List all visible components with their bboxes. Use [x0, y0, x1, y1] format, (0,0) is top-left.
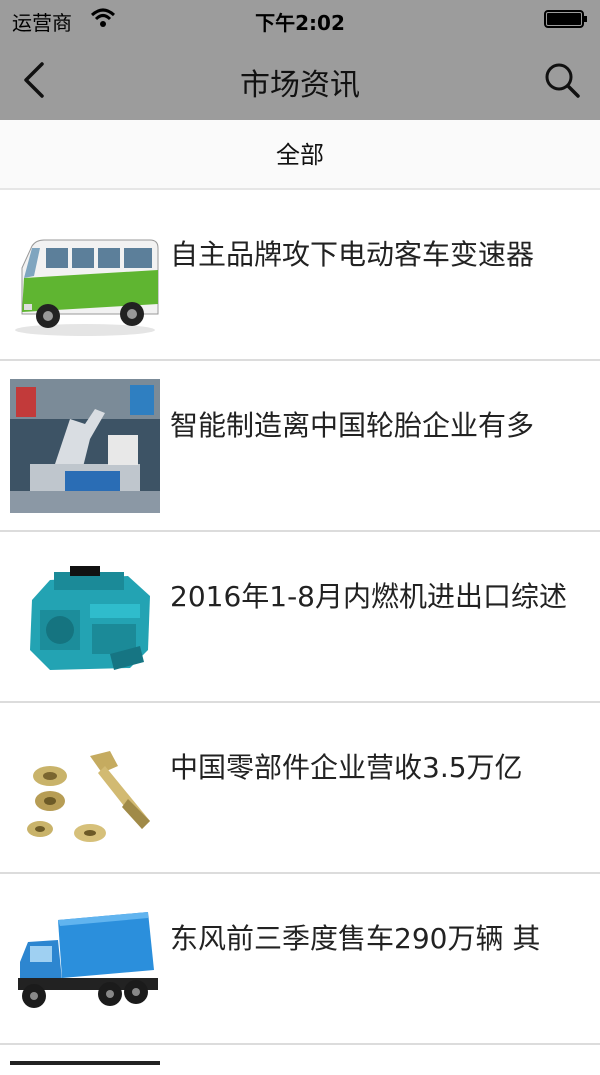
thumbnail-edge: [10, 1061, 160, 1065]
page-title: 市场资讯: [240, 68, 360, 103]
news-title: 东风前三季度售车290万辆 其: [170, 922, 541, 955]
news-item[interactable]: 中国零部件企业营收3.5万亿: [0, 703, 600, 874]
bolts-thumbnail: [10, 721, 160, 855]
news-item[interactable]: 东风前三季度售车290万辆 其: [0, 874, 600, 1045]
news-title: 2016年1-8月内燃机进出口综述: [170, 580, 567, 613]
factory-robot-thumbnail: [10, 379, 160, 513]
news-item[interactable]: 自主品牌攻下电动客车变速器: [0, 190, 600, 361]
news-list: 自主品牌攻下电动客车变速器 智能制造离中国轮胎企业有多 2016年1-8月内燃机…: [0, 190, 600, 1075]
news-title: 自主品牌攻下电动客车变速器: [170, 238, 535, 271]
bus-thumbnail: [10, 208, 160, 342]
battery-icon: [544, 10, 587, 28]
nav-bar: 市场资讯: [0, 40, 600, 120]
news-title: 智能制造离中国轮胎企业有多: [170, 409, 535, 442]
category-filter-all[interactable]: 全部: [0, 120, 600, 190]
search-icon[interactable]: [542, 60, 582, 100]
engine-thumbnail: [10, 550, 160, 684]
news-item[interactable]: 2016年1-8月内燃机进出口综述: [0, 532, 600, 703]
news-title: 中国零部件企业营收3.5万亿: [170, 751, 523, 784]
news-item[interactable]: 智能制造离中国轮胎企业有多: [0, 361, 600, 532]
clock: 下午2:02: [255, 11, 345, 35]
news-item-partial[interactable]: [0, 1045, 600, 1075]
dump-truck-thumbnail: [10, 892, 160, 1026]
status-bar: 运营商 下午2:02: [0, 0, 600, 40]
